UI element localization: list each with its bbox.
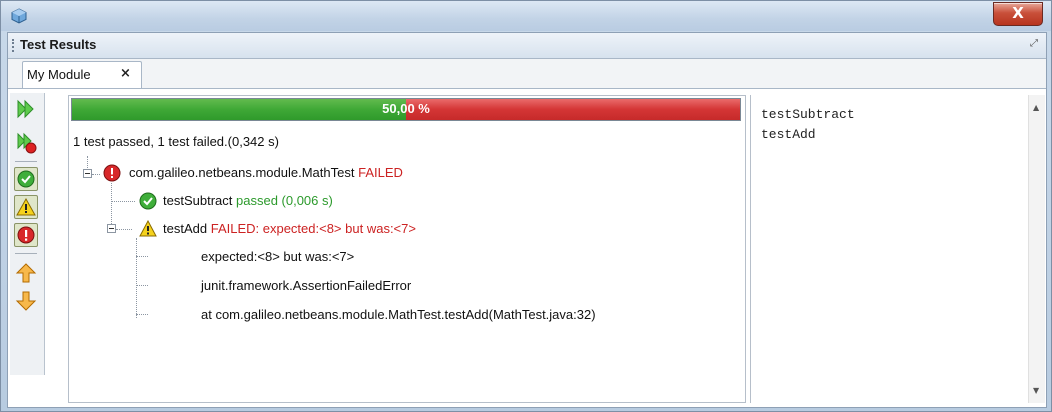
window-client-area: Test Results ⤢ My Module × 50,00 % 1 tes… bbox=[7, 32, 1047, 408]
test-results-window: X Test Results ⤢ My Module × 50,00 % 1 t… bbox=[0, 0, 1052, 412]
suite-collapse-toggle[interactable] bbox=[83, 169, 92, 178]
tab-my-module[interactable]: My Module × bbox=[22, 61, 142, 88]
suite-name: com.galileo.netbeans.module.MathTest bbox=[129, 165, 355, 180]
test-row-testadd[interactable]: testAdd FAILED: expected:<8> but was:<7> bbox=[139, 220, 416, 237]
tree-connector bbox=[111, 183, 112, 230]
test-passed-icon bbox=[139, 192, 157, 210]
test-warning-icon bbox=[139, 220, 157, 237]
test-name: testAdd bbox=[163, 221, 208, 236]
test-results-toolbar bbox=[10, 93, 45, 375]
detail-row[interactable]: junit.framework.AssertionFailedError bbox=[201, 278, 411, 293]
panel-grip-icon[interactable] bbox=[12, 39, 16, 52]
suite-status: FAILED bbox=[358, 165, 403, 180]
test-name: testSubtract bbox=[163, 193, 233, 208]
test-row-testsubtract[interactable]: testSubtract passed (0,006 s) bbox=[139, 192, 333, 210]
tree-connector bbox=[136, 238, 137, 318]
tree-connector bbox=[136, 256, 148, 257]
tree-connector bbox=[136, 285, 148, 286]
scroll-down-arrow-icon[interactable]: ▼ bbox=[1033, 386, 1039, 395]
tree-connector bbox=[111, 201, 135, 202]
show-passed-toggle[interactable] bbox=[14, 167, 38, 191]
netbeans-cube-icon bbox=[11, 8, 27, 24]
previous-failure-icon[interactable] bbox=[14, 261, 38, 285]
output-scrollbar[interactable]: ▲ ▼ bbox=[1028, 95, 1045, 403]
output-line: testAdd bbox=[761, 127, 816, 142]
panel-restore-icon[interactable]: ⤢ bbox=[1030, 38, 1038, 49]
test-status: FAILED: expected:<8> but was:<7> bbox=[210, 221, 416, 236]
tab-bar: My Module × bbox=[8, 59, 1046, 89]
tree-connector bbox=[136, 314, 148, 315]
rerun-failed-icon[interactable] bbox=[14, 131, 38, 155]
test-progress-bar: 50,00 % bbox=[71, 98, 741, 121]
passed-check-icon bbox=[17, 170, 35, 188]
tree-connector bbox=[92, 174, 100, 175]
tree-connector bbox=[116, 229, 132, 230]
toolbar-separator bbox=[15, 161, 37, 162]
test-status: passed (0,006 s) bbox=[236, 193, 333, 208]
panel-header: Test Results ⤢ bbox=[8, 33, 1046, 59]
scroll-up-arrow-icon[interactable]: ▲ bbox=[1033, 103, 1039, 112]
progress-label: 50,00 % bbox=[382, 101, 430, 116]
failure-icon bbox=[17, 226, 35, 244]
panel-title: Test Results bbox=[20, 37, 97, 52]
suite-failed-icon bbox=[103, 164, 121, 182]
output-line: testSubtract bbox=[761, 107, 855, 122]
tab-label: My Module bbox=[27, 67, 91, 82]
detail-row[interactable]: at com.galileo.netbeans.module.MathTest.… bbox=[201, 307, 596, 322]
test-summary: 1 test passed, 1 test failed.(0,342 s) bbox=[73, 134, 279, 149]
toolbar-separator bbox=[15, 253, 37, 254]
warning-icon bbox=[16, 197, 36, 216]
show-failures-toggle[interactable] bbox=[14, 223, 38, 247]
test-results-tree-panel: 50,00 % 1 test passed, 1 test failed.(0,… bbox=[68, 95, 746, 403]
window-close-button[interactable]: X bbox=[993, 2, 1043, 26]
next-failure-icon[interactable] bbox=[14, 289, 38, 313]
detail-row[interactable]: expected:<8> but was:<7> bbox=[201, 249, 354, 264]
suite-row[interactable]: com.galileo.netbeans.module.MathTest FAI… bbox=[103, 164, 403, 182]
tree-connector bbox=[87, 156, 88, 168]
title-bar: X bbox=[1, 1, 1051, 31]
rerun-icon[interactable] bbox=[14, 97, 38, 121]
testadd-collapse-toggle[interactable] bbox=[107, 224, 116, 233]
test-output-panel: testSubtract testAdd ▲ ▼ bbox=[750, 95, 1045, 403]
show-warnings-toggle[interactable] bbox=[14, 195, 38, 219]
tab-close-icon[interactable]: × bbox=[120, 66, 131, 81]
